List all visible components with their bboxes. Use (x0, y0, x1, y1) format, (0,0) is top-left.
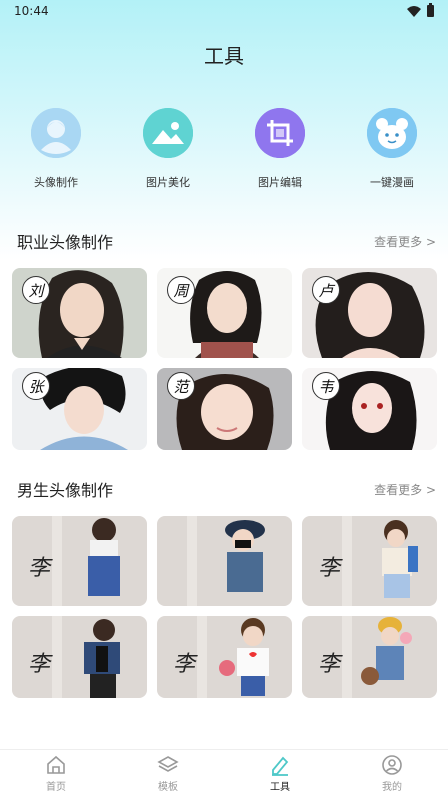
tool-avatar-maker[interactable]: 头像制作 (0, 108, 112, 198)
image-icon (143, 108, 193, 158)
status-time: 10:44 (14, 4, 49, 18)
avatar-card[interactable]: 李 (12, 516, 147, 606)
name-mark: 李 (28, 652, 51, 677)
avatar-card[interactable]: 李 (157, 616, 292, 698)
tab-label: 首页 (46, 782, 66, 793)
section-title: 职业头像制作 (17, 233, 114, 252)
status-icons (407, 3, 434, 17)
tab-tools[interactable]: 工具 (224, 754, 336, 793)
tab-templates[interactable]: 模板 (112, 754, 224, 793)
tool-label: 一键漫画 (370, 176, 414, 189)
name-seal: 范 (167, 372, 195, 400)
status-bar: 10:44 (0, 0, 448, 22)
name-mark: 李 (28, 556, 51, 581)
tool-image-edit[interactable]: 图片编辑 (224, 108, 336, 198)
name-mark: 李 (318, 652, 341, 677)
layers-icon (157, 756, 179, 772)
section-header-professional: 职业头像制作 查看更多 > (0, 229, 448, 253)
avatar-card[interactable]: 李 (302, 616, 437, 698)
tab-home[interactable]: 首页 (0, 754, 112, 793)
tool-one-click-comic[interactable]: 一键漫画 (336, 108, 448, 198)
name-mark: 李 (173, 652, 196, 677)
tab-label: 工具 (270, 782, 290, 793)
tool-row: 头像制作 图片美化 图片编辑 一键漫画 (0, 108, 448, 198)
section-title: 男生头像制作 (17, 481, 114, 500)
crop-icon (255, 108, 305, 158)
avatar-card[interactable]: 周 (157, 268, 292, 358)
view-more-link[interactable]: 查看更多 > (374, 233, 436, 250)
bear-icon (367, 108, 417, 158)
name-seal: 卢 (312, 276, 340, 304)
tab-label: 模板 (158, 782, 178, 793)
avatar-card[interactable]: 李 (302, 516, 437, 606)
home-icon (47, 755, 65, 774)
tab-label: 我的 (382, 782, 402, 793)
wifi-icon (407, 5, 421, 17)
tool-label: 图片编辑 (258, 176, 302, 189)
name-seal: 韦 (312, 372, 340, 400)
pencil-icon (272, 756, 289, 776)
name-seal: 张 (22, 372, 50, 400)
tab-mine[interactable]: 我的 (336, 754, 448, 793)
name-seal: 周 (167, 276, 195, 304)
tool-image-beautify[interactable]: 图片美化 (112, 108, 224, 198)
cartoon-boy-image (157, 516, 292, 606)
tool-label: 图片美化 (146, 176, 190, 189)
male-avatar-grid: 李 李 李 李 李 (12, 516, 437, 698)
avatar-card[interactable]: 范 (157, 368, 292, 450)
avatar-card[interactable]: 张 (12, 368, 147, 450)
tool-label: 头像制作 (34, 176, 78, 189)
avatar-card[interactable] (157, 516, 292, 606)
avatar-card[interactable]: 卢 (302, 268, 437, 358)
battery-icon (427, 3, 434, 17)
view-more-link[interactable]: 查看更多 > (374, 481, 436, 498)
name-seal: 刘 (22, 276, 50, 304)
bottom-tab-bar: 首页 模板 工具 我的 (0, 749, 448, 797)
professional-avatar-grid: 刘 周 卢 张 范 韦 (12, 268, 437, 450)
section-header-male: 男生头像制作 查看更多 > (0, 477, 448, 501)
avatar-card[interactable]: 韦 (302, 368, 437, 450)
avatar-card[interactable]: 刘 (12, 268, 147, 358)
page-title: 工具 (204, 44, 244, 68)
avatar-card[interactable]: 李 (12, 616, 147, 698)
avatar-icon (31, 108, 81, 158)
user-icon (382, 755, 402, 775)
name-mark: 李 (318, 556, 341, 581)
